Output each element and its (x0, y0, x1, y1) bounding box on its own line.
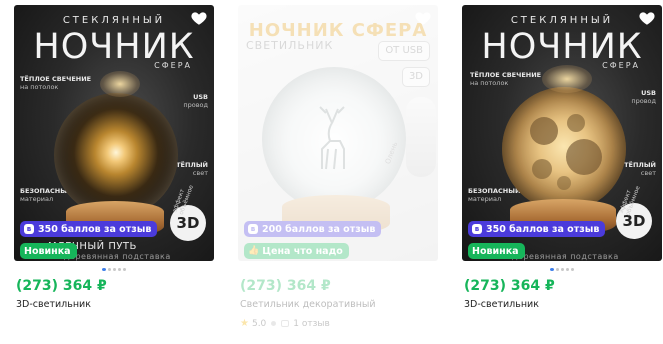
rating-value: 5.0 (251, 318, 267, 329)
pagination-dot[interactable] (556, 268, 559, 271)
product-price: (273) 364 ₽ (240, 278, 331, 294)
product-price: (273) 364 ₽ (16, 278, 107, 294)
image-kicker: СТЕКЛЯННЫЙ (510, 15, 614, 26)
product-card[interactable]: СТЕКЛЯННЫЙ НОЧНИК СФЕРА ТЁПЛОЕ СВЕЧЕНИЕ н… (14, 5, 214, 341)
pagination-dot[interactable] (108, 268, 111, 271)
status-badge-label: Цена что надо (262, 245, 343, 257)
favorite-heart-icon[interactable] (414, 9, 432, 27)
image-subheadline: СФЕРА (602, 61, 640, 70)
status-badge: Новинка (468, 243, 525, 259)
astronaut-figure (406, 97, 436, 177)
product-grid: СТЕКЛЯННЫЙ НОЧНИК СФЕРА ТЁПЛОЕ СВЕЧЕНИЕ н… (0, 0, 663, 344)
pagination-dot[interactable] (123, 268, 126, 271)
pagination-dot[interactable] (571, 268, 574, 271)
moon-craters (502, 87, 626, 211)
points-icon: в (24, 224, 34, 234)
review-points-badge: в 200 баллов за отзыв (244, 221, 382, 237)
pagination-dot[interactable] (561, 268, 564, 271)
image-feature-glow: ТЁПЛОЕ СВЕЧЕНИЕ на потолок (20, 75, 92, 91)
reviews-count: 1 отзыв (293, 318, 330, 329)
product-title[interactable]: 3D-светильник (464, 299, 539, 310)
image-feature-usb: USB провод (631, 89, 656, 105)
status-badge: 👍 Цена что надо (244, 243, 349, 259)
review-points-badge: в 350 баллов за отзыв (20, 221, 158, 237)
pagination-dot-active[interactable] (102, 268, 106, 271)
product-price: (273) 364 ₽ (464, 278, 555, 294)
image-pagination[interactable] (14, 268, 214, 272)
review-points-label: 200 баллов за отзыв (262, 223, 376, 235)
image-usb-pill: ОТ USB (378, 41, 430, 61)
thumbs-up-icon: 👍 (248, 246, 260, 256)
product-image[interactable]: НОЧНИК СФЕРА СВЕТИЛЬНИК ОТ USB 3D Олень … (238, 5, 438, 261)
product-rating: ★ 5.0 1 отзыв (240, 318, 330, 329)
product-card[interactable]: СТЕКЛЯННЫЙ НОЧНИК СФЕРА ТЁПЛОЕ СВЕЧЕНИЕ н… (462, 5, 662, 341)
deer-figure (310, 105, 354, 175)
sphere-glow (100, 71, 140, 97)
pagination-dot[interactable] (566, 268, 569, 271)
review-points-badge: в 350 баллов за отзыв (468, 221, 606, 237)
image-caption-secondary: деревянная подставка (64, 252, 171, 261)
pagination-dot[interactable] (118, 268, 121, 271)
product-title[interactable]: Светильник декоративный (240, 299, 376, 310)
image-feature-usb: USB провод (183, 93, 208, 109)
image-3d-pill: 3D (401, 67, 430, 87)
image-caption-secondary: деревянная подставка (512, 252, 619, 261)
favorite-heart-icon[interactable] (190, 9, 208, 27)
sphere-glow (542, 65, 592, 93)
pagination-dot-active[interactable] (550, 268, 554, 271)
image-subheadline: СВЕТИЛЬНИК (246, 39, 334, 52)
product-title[interactable]: 3D-светильник (16, 299, 91, 310)
image-kicker: СТЕКЛЯННЫЙ (62, 15, 166, 26)
image-pagination[interactable] (462, 268, 662, 272)
star-icon: ★ (240, 318, 249, 329)
product-image[interactable]: СТЕКЛЯННЫЙ НОЧНИК СФЕРА ТЁПЛОЕ СВЕЧЕНИЕ н… (462, 5, 662, 261)
points-icon: в (472, 224, 482, 234)
product-card[interactable]: НОЧНИК СФЕРА СВЕТИЛЬНИК ОТ USB 3D Олень … (238, 5, 438, 341)
image-feature-glow: ТЁПЛОЕ СВЕЧЕНИЕ на потолок (470, 71, 542, 87)
review-points-label: 350 баллов за отзыв (486, 223, 600, 235)
separator-dot (271, 321, 277, 326)
image-subheadline: СФЕРА (154, 61, 192, 70)
status-badge: Новинка (20, 243, 77, 259)
pagination-dot[interactable] (113, 268, 116, 271)
review-points-label: 350 баллов за отзыв (38, 223, 152, 235)
product-image[interactable]: СТЕКЛЯННЫЙ НОЧНИК СФЕРА ТЁПЛОЕ СВЕЧЕНИЕ н… (14, 5, 214, 261)
galaxy-sphere-image (54, 93, 178, 217)
reviews-icon (281, 320, 290, 327)
points-icon: в (248, 224, 258, 234)
favorite-heart-icon[interactable] (638, 9, 656, 27)
